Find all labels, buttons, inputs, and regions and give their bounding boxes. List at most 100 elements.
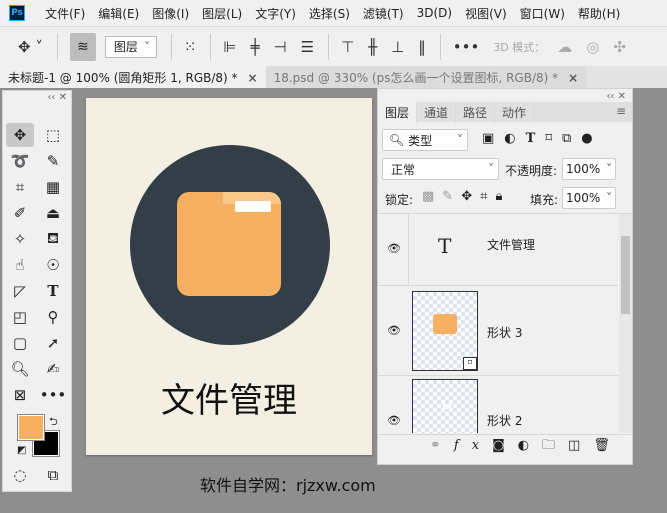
artboard-tool[interactable]: ◰	[6, 305, 34, 329]
new-layer-icon[interactable]: ◫	[568, 438, 593, 453]
eyedropper-tool[interactable]: ⚲	[39, 305, 67, 329]
layer-row-shape-3[interactable]: 👁︎ ⌑ 形状 3	[378, 286, 618, 376]
lock-position-icon[interactable]: ✥	[461, 189, 480, 204]
quick-select-tool[interactable]: ✎	[39, 149, 67, 173]
align-middle-icon[interactable]: ╫	[368, 38, 377, 56]
new-group-icon[interactable]: 🗀︎	[542, 438, 568, 453]
opacity-input[interactable]: 100% ˅	[562, 158, 616, 180]
smart-object-filter-icon[interactable]: ⧉	[562, 131, 581, 146]
align-right-icon[interactable]: ⊣	[274, 38, 287, 56]
more-icon[interactable]: •••	[453, 38, 480, 56]
zoom-tool[interactable]: 🔍︎	[6, 357, 34, 381]
align-top-icon[interactable]: ⊤	[341, 38, 354, 56]
auto-select-dropdown[interactable]: 图层 ˅	[104, 35, 157, 58]
move-tool-icon[interactable]: ✥ ˅	[18, 38, 43, 56]
doc-tab-18psd[interactable]: 18.psd @ 330% (ps怎么画一个设置图标, RGB/8) * ×	[265, 66, 587, 88]
scrollbar-thumb[interactable]	[621, 236, 630, 314]
menu-window[interactable]: 窗口(W)	[520, 5, 565, 22]
collapse-close-icons[interactable]: ‹‹ ✕	[606, 91, 626, 102]
fx-icon[interactable]: fx	[454, 438, 492, 453]
quick-mask-icon[interactable]: ◌	[6, 463, 34, 487]
brush-alt-tool[interactable]: ✍	[39, 357, 67, 381]
distribute-vertical-icon[interactable]: ‖	[418, 38, 426, 56]
menu-type[interactable]: 文字(Y)	[255, 5, 296, 22]
menu-3d[interactable]: 3D(D)	[417, 6, 452, 20]
lock-artboard-icon[interactable]: ⌗	[480, 189, 495, 204]
layer-row-shape-2[interactable]: 👁︎ 形状 2	[378, 376, 618, 433]
close-icon[interactable]: ×	[568, 71, 578, 85]
frame-x-tool[interactable]: ⊠	[6, 383, 34, 407]
default-colors-icon[interactable]: ◩	[17, 445, 26, 456]
blend-mode-dropdown[interactable]: 正常 ˅	[382, 158, 499, 180]
menu-view[interactable]: 视图(V)	[465, 5, 507, 22]
type-filter-icon[interactable]: T	[526, 131, 546, 146]
tab-actions[interactable]: 动作	[495, 102, 535, 123]
menu-select[interactable]: 选择(S)	[309, 5, 350, 22]
stamp-tool[interactable]: ⏏	[39, 201, 67, 225]
menu-edit[interactable]: 编辑(E)	[98, 5, 139, 22]
more-tools-icon[interactable]: •••	[39, 383, 67, 407]
close-icon[interactable]: ×	[248, 71, 258, 85]
adjustment-layer-icon[interactable]: ◐	[518, 438, 542, 453]
move-tool[interactable]: ✥	[6, 123, 34, 147]
collapse-close-icons[interactable]: ‹‹ ✕	[47, 92, 67, 103]
lock-all-icon[interactable]: 🔒︎	[495, 189, 510, 204]
lock-image-icon[interactable]: ✎	[442, 189, 461, 204]
eraser-tool[interactable]: ✧	[6, 227, 34, 251]
panel-menu-icon[interactable]: ≡	[616, 104, 626, 118]
dodge-tool[interactable]: ☉	[39, 253, 67, 277]
layer-row-text[interactable]: 👁︎ T 文件管理	[378, 214, 618, 286]
adjustment-filter-icon[interactable]: ◐	[504, 131, 525, 146]
swap-colors-icon[interactable]: ⮌	[49, 413, 58, 432]
tab-channels[interactable]: 通道	[417, 102, 457, 123]
add-mask-icon[interactable]: ◙	[492, 438, 518, 453]
menu-file[interactable]: 文件(F)	[45, 5, 85, 22]
divider	[439, 33, 441, 60]
pixel-filter-icon[interactable]: ▣	[482, 131, 504, 146]
menu-image[interactable]: 图像(I)	[152, 5, 189, 22]
doc-tab-untitled[interactable]: 未标题-1 @ 100% (圆角矩形 1, RGB/8) * ×	[0, 66, 266, 88]
link-layers-icon[interactable]: ⚭	[430, 438, 454, 453]
fill-input[interactable]: 100% ˅	[562, 187, 616, 209]
foreground-color-swatch[interactable]	[17, 414, 45, 441]
brush-tool[interactable]: ✐	[6, 201, 34, 225]
document-canvas[interactable]: 文件管理	[86, 98, 372, 455]
distribute-icon[interactable]: ☰	[301, 38, 314, 56]
paint-bucket-tool[interactable]: ⛾	[39, 227, 67, 251]
filter-toggle-icon[interactable]: ●	[581, 131, 602, 146]
eye-icon[interactable]: 👁︎	[387, 414, 401, 427]
marquee-tool[interactable]: ⬚	[39, 123, 67, 147]
eye-icon[interactable]: 👁︎	[387, 324, 401, 337]
lock-transparent-icon[interactable]: ▩	[422, 189, 442, 204]
eye-icon[interactable]: 👁︎	[387, 242, 401, 255]
lasso-tool[interactable]: ➰	[6, 149, 34, 173]
delete-layer-icon[interactable]: 🗑︎	[593, 438, 623, 453]
layers-scrollbar[interactable]	[619, 214, 632, 433]
frame-tool[interactable]: ▦	[39, 175, 67, 199]
align-center-icon[interactable]: ╪	[251, 38, 260, 56]
orbit-3d-icon[interactable]: ☁	[557, 38, 572, 56]
tab-paths[interactable]: 路径	[456, 102, 496, 123]
rectangle-tool[interactable]: ▢	[6, 331, 34, 355]
crop-tool[interactable]: ⌗	[6, 175, 34, 199]
shape-filter-icon[interactable]: ⌑	[545, 131, 562, 146]
align-left-icon[interactable]: ⊫	[223, 38, 236, 56]
tab-layers[interactable]: 图层	[378, 102, 418, 123]
menu-layer[interactable]: 图层(L)	[202, 5, 242, 22]
blur-tool[interactable]: ☝	[6, 253, 34, 277]
menu-help[interactable]: 帮助(H)	[578, 5, 620, 22]
align-bottom-icon[interactable]: ⊥	[391, 38, 404, 56]
type-tool[interactable]: T	[39, 279, 67, 303]
filter-value: 类型	[408, 133, 433, 148]
filter-type-dropdown[interactable]: 🔍︎ 类型 ˅	[382, 129, 468, 151]
pan-3d-icon[interactable]: ✣	[613, 38, 626, 56]
screen-mode-icon[interactable]: ⧉	[39, 463, 67, 487]
path-select-tool[interactable]: ◸	[6, 279, 34, 303]
transform-controls-icon[interactable]: ⁙	[184, 38, 197, 56]
panel-tabs: 图层 通道 路径 动作 ≡	[378, 102, 632, 123]
roll-3d-icon[interactable]: ◎	[586, 38, 599, 56]
fill-label: 填充:	[530, 193, 559, 207]
menu-filter[interactable]: 滤镜(T)	[363, 5, 404, 22]
auto-select-layers-icon[interactable]: ≋	[69, 32, 96, 61]
direct-select-tool[interactable]: ➚	[39, 331, 67, 355]
